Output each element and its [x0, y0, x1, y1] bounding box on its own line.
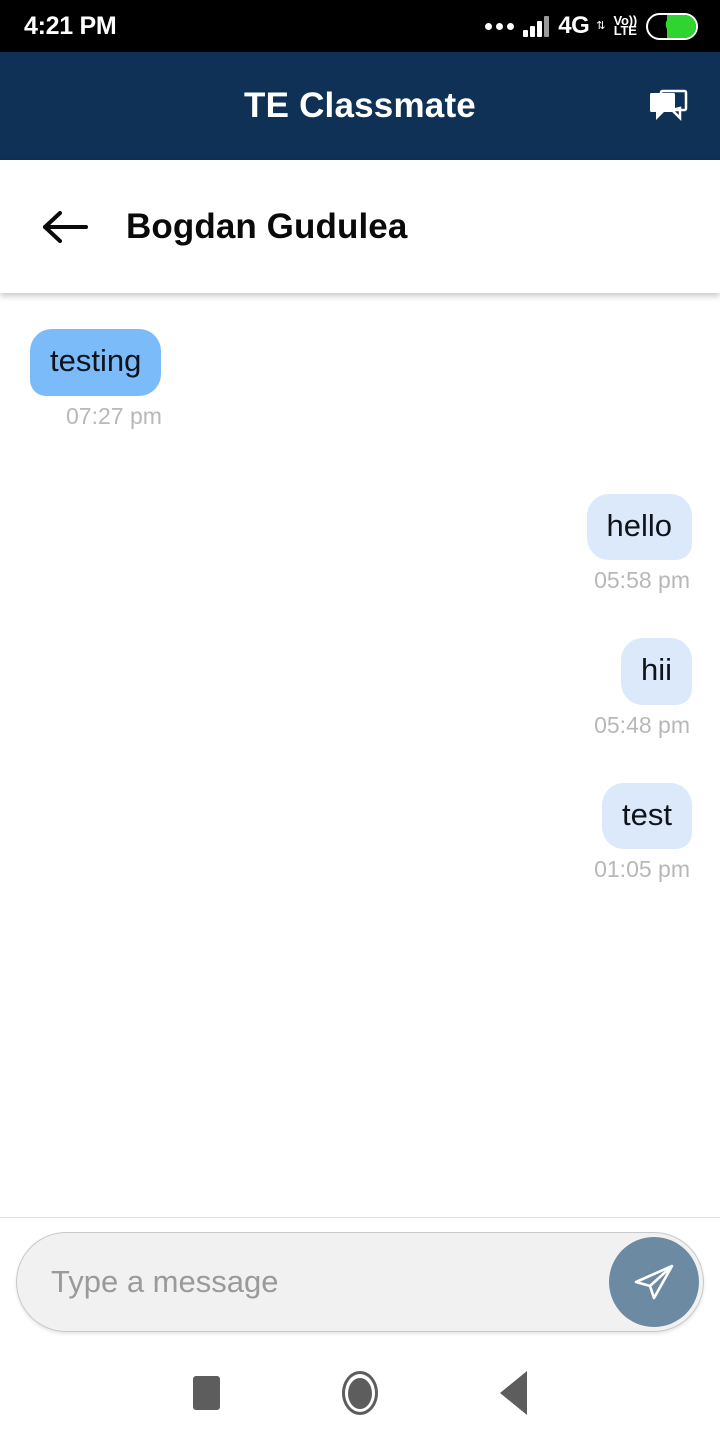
message-item[interactable]: hello 05:58 pm: [0, 493, 720, 595]
app-title: TE Classmate: [244, 86, 476, 125]
message-timestamp: 07:27 pm: [66, 402, 162, 429]
message-timestamp: 05:48 pm: [594, 711, 690, 738]
status-bar: 4:21 PM 4G ⇅ Vo)) LTE 61: [0, 0, 720, 52]
android-nav-bar: [0, 1346, 720, 1440]
volte-bottom-label: LTE: [613, 23, 637, 38]
chat-bubbles-icon[interactable]: [644, 84, 692, 128]
back-arrow-icon[interactable]: [22, 160, 108, 293]
data-transfer-icon: ⇅: [596, 19, 605, 32]
battery-icon: 61: [646, 12, 698, 40]
volte-icon: Vo)) LTE: [613, 14, 637, 38]
message-input[interactable]: [51, 1233, 693, 1331]
message-bubble[interactable]: hello: [586, 493, 692, 561]
message-item[interactable]: testing 07:27 pm: [0, 329, 720, 430]
signal-bars-icon: [523, 15, 550, 37]
message-timestamp: 01:05 pm: [594, 856, 690, 883]
message-item[interactable]: test 01:05 pm: [0, 782, 720, 884]
message-input-container[interactable]: [16, 1232, 704, 1332]
more-dots-icon: [485, 22, 515, 30]
phone-screen: 4:21 PM 4G ⇅ Vo)) LTE 61 TE Classmate Bo…: [0, 0, 720, 1440]
battery-percent-label: 61: [665, 17, 683, 34]
network-type-label: 4G: [558, 12, 590, 39]
contact-name: Bogdan Gudulea: [126, 206, 408, 246]
back-triangle-icon[interactable]: [475, 1355, 551, 1431]
contact-header: Bogdan Gudulea: [0, 160, 720, 293]
message-bubble[interactable]: test: [602, 782, 692, 850]
status-clock: 4:21 PM: [24, 11, 117, 40]
status-icons: 4G ⇅ Vo)) LTE 61: [485, 12, 698, 40]
recents-square-icon[interactable]: [169, 1355, 245, 1431]
message-bubble[interactable]: testing: [30, 329, 162, 396]
app-bar: TE Classmate: [0, 52, 720, 160]
send-button[interactable]: [609, 1237, 699, 1327]
message-list[interactable]: testing 07:27 pm hello 05:58 pm hii 05:4…: [0, 293, 720, 1217]
message-item[interactable]: hii 05:48 pm: [0, 638, 720, 739]
message-bubble[interactable]: hii: [620, 638, 692, 705]
composer-bar: [0, 1218, 720, 1346]
home-circle-icon[interactable]: [322, 1355, 398, 1431]
message-timestamp: 05:58 pm: [594, 567, 690, 594]
